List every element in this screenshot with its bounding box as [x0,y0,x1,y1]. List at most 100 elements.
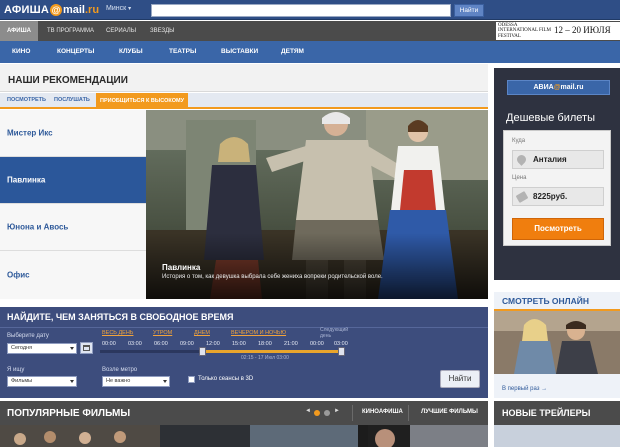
watch-online-widget: СМОТРЕТЬ ОНЛАЙН В первый раз → [494,292,620,398]
best-films-link[interactable]: ЛУЧШИЕ ФИЛЬМЫ [421,409,478,415]
tab-tv-program[interactable]: ТВ ПРОГРАММА [47,21,94,41]
logo-ru-text: .ru [84,4,100,16]
avia-logo-avia: АВИА [533,84,554,91]
time-tick: 21:00 [284,341,298,347]
top-bar: АФИША @ mail .ru Минск ▾ Найти [0,0,620,20]
first-time-link[interactable]: В первый раз → [502,386,547,392]
festival-name: ODESSA INTERNATIONAL FILM FESTIVAL [498,23,552,39]
movie-poster-image[interactable] [494,311,620,374]
metro-select[interactable]: Не важно [102,376,170,387]
price-value: 8225руб. [533,192,568,201]
view-flights-button[interactable]: Посмотреть [512,218,604,240]
time-tick: 15:00 [232,341,246,347]
trailer-thumbnail[interactable] [494,425,620,447]
next-arrow-icon[interactable]: ► [334,408,340,414]
price-label: Цена [512,175,527,181]
calendar-icon[interactable] [80,342,93,354]
only-3d-checkbox[interactable] [188,376,195,383]
nav-item-clubs[interactable]: КЛУБЫ [119,41,143,63]
time-tick: 18:00 [258,341,272,347]
list-item[interactable]: Юнона и Авось [0,204,146,251]
logo-afisha-text: АФИША [4,4,49,16]
date-select-value: Сегодня [11,345,33,351]
time-range-fill [201,350,342,353]
film-thumbnails [0,425,488,447]
chevron-down-icon [70,347,74,350]
nav-item-concerts[interactable]: КОНЦЕРТЫ [57,41,94,63]
range-start-handle[interactable] [198,347,206,356]
avia-logo[interactable]: АВИА@mail.ru [507,80,610,95]
date-label: Выберите дату [7,333,49,339]
nav-item-theaters[interactable]: ТЕАТРЫ [169,41,196,63]
time-tick: 00:00 [102,341,116,347]
chevron-down-icon: ▾ [128,6,132,12]
logo-at-sign: @ [49,4,62,16]
list-item[interactable]: Мистер Икс [0,110,146,157]
divider [408,405,409,421]
only-3d-label: Только сеансы в 3D [198,376,254,382]
popular-films-strip[interactable] [0,425,488,447]
tab-listen[interactable]: ПОСЛУШАТЬ [54,93,90,107]
festival-banner[interactable]: ODESSA INTERNATIONAL FILM FESTIVAL 12 – … [496,22,620,40]
date-select[interactable]: Сегодня [7,343,77,354]
find-button[interactable]: Найти [440,370,480,388]
divider [0,327,488,328]
logo-mail-text: mail [62,4,85,16]
time-tick: 03:00 [128,341,142,347]
popular-films-header: ПОПУЛЯРНЫЕ ФИЛЬМЫ ◄ ► КИНОАФИША ЛУЧШИЕ Ф… [0,401,488,425]
destination-field[interactable]: Анталия [512,150,604,169]
free-time-title: НАЙДИТЕ, ЧЕМ ЗАНЯТЬСЯ В СВОБОДНОЕ ВРЕМЯ [7,312,234,322]
nav-item-kids[interactable]: ДЕТЯМ [281,41,304,63]
list-item-label: Мистер Икс [7,128,53,138]
tab-series[interactable]: СЕРИАЛЫ [106,21,136,41]
search-type-select[interactable]: Фильмы [7,376,77,387]
chevron-down-icon [70,380,74,383]
city-label: Минск [106,5,127,12]
period-all-day[interactable]: ВЕСЬ ДЕНЬ [102,330,133,336]
festival-dates: 12 – 20 ИЮЛЯ [554,25,611,35]
featured-photo[interactable]: Павлинка История о том, как девушка выбр… [146,110,488,299]
search-input[interactable] [151,4,451,17]
period-afternoon[interactable]: ДНЕМ [194,330,210,336]
avia-search-form: Куда Анталия Цена 8225руб. Посмотреть [503,130,611,246]
search-type-value: Фильмы [11,378,33,384]
search-button[interactable]: Найти [454,4,484,17]
time-tick: 12:00 [206,341,220,347]
trailers-title[interactable]: НОВЫЕ ТРЕЙЛЕРЫ [502,408,590,418]
next-day-label: Следующий день [320,327,349,339]
recommendation-list: Мистер Икс Павлинка Юнона и Авось Офис [0,110,146,299]
tab-high-culture[interactable]: ПРИОБЩИТЬСЯ К ВЫСОКОМУ [96,93,188,109]
trailers-widget: НОВЫЕ ТРЕЙЛЕРЫ [494,401,620,447]
period-evening-night[interactable]: ВЕЧЕРОМ И НОЧЬЮ [231,330,286,336]
range-end-handle[interactable] [338,347,345,356]
featured-description: История о том, как девушка выбрала себе … [162,274,383,280]
afisha-logo[interactable]: АФИША @ mail .ru [4,3,99,17]
tab-watch[interactable]: ПОСМОТРЕТЬ [7,93,46,107]
featured-title[interactable]: Павлинка [162,263,200,272]
tab-stars[interactable]: ЗВЕЗДЫ [150,21,175,41]
destination-value: Анталия [533,155,567,164]
recommendations-title: НАШИ РЕКОМЕНДАЦИИ [0,64,488,92]
list-item-label: Юнона и Авось [7,222,69,232]
metro-label: Возле метро [102,367,138,373]
nav-item-cinema[interactable]: КИНО [12,41,30,63]
period-morning[interactable]: УТРОМ [153,330,172,336]
metro-value: Не важно [106,378,131,384]
watch-online-title[interactable]: СМОТРЕТЬ ОНЛАЙН [502,296,589,306]
list-item-label: Офис [7,270,30,280]
search-type-label: Я ищу [7,367,25,373]
category-nav: КИНО КОНЦЕРТЫ КЛУБЫ ТЕАТРЫ ВЫСТАВКИ ДЕТЯ… [0,41,620,63]
location-pin-icon [515,153,528,166]
nav-item-exhibitions[interactable]: ВЫСТАВКИ [221,41,258,63]
city-selector[interactable]: Минск ▾ [106,5,131,12]
carousel-dot[interactable] [324,410,330,416]
price-tag-icon [515,191,529,203]
price-field[interactable]: 8225руб. [512,187,604,206]
cinema-schedule-link[interactable]: КИНОАФИША [362,409,403,415]
list-item[interactable]: Павлинка [0,157,146,204]
list-item[interactable]: Офис [0,251,146,299]
divider [352,405,353,421]
carousel-dot-active[interactable] [314,410,320,416]
prev-arrow-icon[interactable]: ◄ [305,408,311,414]
tab-afisha[interactable]: АФИША [0,21,38,41]
